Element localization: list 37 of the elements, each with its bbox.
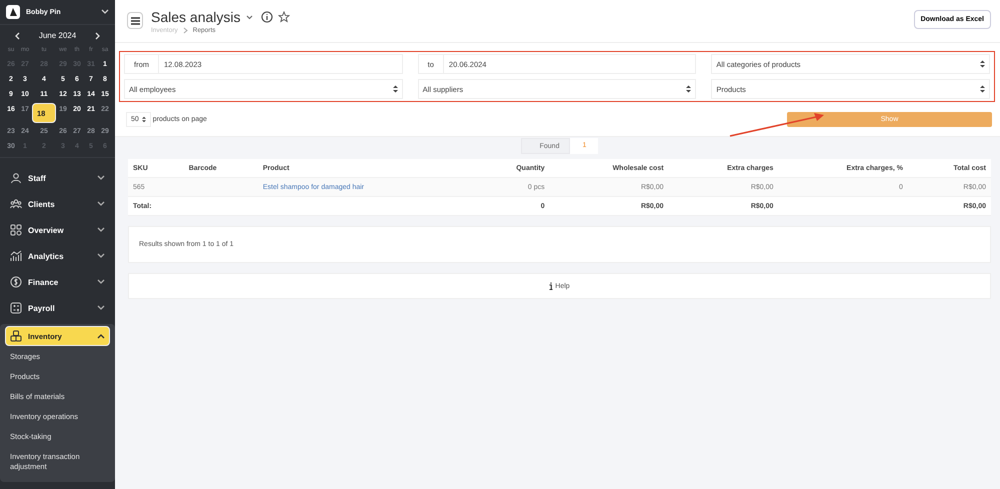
chevron-down-icon [97,279,105,285]
chevron-up-icon [97,333,105,339]
person-icon [10,172,22,184]
menu-button[interactable] [127,12,143,29]
coin-icon [10,276,22,288]
info-icon [549,282,554,290]
chevron-down-icon [97,227,105,233]
chevron-down-icon [97,201,105,207]
sort-arrows-icon [686,85,692,93]
sort-arrows-icon [142,116,146,123]
star-icon[interactable] [278,11,290,23]
nav-item[interactable]: Staff [5,168,110,188]
calculator-icon [10,302,22,314]
breadcrumb-separator-icon [182,27,188,34]
sort-arrows-icon [980,85,985,93]
calendar-month: June 2024 [38,31,76,40]
chart-icon [10,250,22,262]
logo-icon [6,5,20,19]
nav-item[interactable]: Analytics [5,246,110,266]
boxes-icon [10,330,22,342]
nav-item[interactable]: Finance [5,272,110,292]
nav-item[interactable]: Clients [5,194,110,214]
sort-arrows-icon [980,60,985,68]
grid-icon [10,224,22,236]
nav-item[interactable]: Payroll [5,298,110,318]
next-month-icon[interactable] [95,32,101,40]
chevron-down-icon [97,253,105,259]
page-title: Sales analysis [151,9,240,25]
previous-month-icon[interactable] [14,32,20,40]
info-icon[interactable] [260,11,272,23]
chevron-down-icon [97,305,105,311]
chevron-down-icon[interactable] [246,14,252,20]
menu-icon [130,16,140,24]
chevron-down-icon [97,175,105,181]
sort-arrows-icon [392,85,398,93]
nav-item[interactable]: Overview [5,220,110,240]
people-icon [10,198,22,210]
